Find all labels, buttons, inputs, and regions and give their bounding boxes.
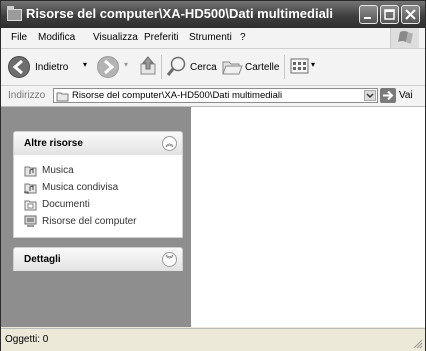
title-bar[interactable]: Risorse del computer\XA-HD500\Dati multi…	[1, 1, 425, 28]
up-folder-button[interactable]	[138, 54, 160, 80]
views-icon	[290, 58, 309, 74]
search-button[interactable]: Cerca	[166, 54, 217, 80]
folders-icon	[222, 61, 243, 75]
menu-visualizza[interactable]: Visualizza	[93, 32, 138, 43]
back-arrow-icon	[8, 56, 30, 78]
go-label[interactable]: Vai	[399, 90, 413, 101]
menu-bar: File Modifica Visualizza Preferiti Strum…	[1, 28, 425, 49]
menu-preferiti[interactable]: Preferiti	[144, 32, 178, 43]
menu-modifica[interactable]: Modifica	[38, 32, 75, 43]
task-pane: Altre risorse ︽ Musica Musica condivisa …	[1, 107, 191, 327]
minimize-icon	[364, 17, 371, 19]
folders-button[interactable]: Cartelle	[221, 54, 281, 80]
folders-label: Cartelle	[245, 62, 280, 73]
chevron-down-icon[interactable]: ▾	[311, 60, 315, 69]
go-button[interactable]	[380, 88, 396, 103]
other-places-header[interactable]: Altre risorse ︽	[14, 132, 182, 155]
address-input[interactable]: Risorse del computer\XA-HD500\Dati multi…	[53, 88, 378, 103]
address-label: Indirizzo	[8, 90, 46, 101]
chevron-down-icon[interactable]: ▾	[124, 60, 128, 69]
collapse-icon[interactable]: ︽	[162, 136, 177, 151]
resize-grip-icon[interactable]	[413, 339, 423, 349]
go-arrow-icon	[383, 90, 394, 101]
window-title: Risorse del computer\XA-HD500\Dati multi…	[26, 6, 334, 21]
status-text: Oggetti: 0	[5, 334, 49, 345]
toolbar-separator	[161, 55, 162, 79]
menu-strumenti[interactable]: Strumenti	[189, 32, 232, 43]
other-places-title: Altre risorse	[24, 138, 83, 149]
status-bar: Oggetti: 0	[1, 328, 425, 351]
menu-help[interactable]: ?	[240, 32, 246, 43]
chevron-down-icon	[366, 93, 374, 99]
expand-icon[interactable]: ︾	[162, 252, 177, 267]
maximize-icon	[384, 9, 395, 20]
minimize-button[interactable]	[359, 5, 378, 24]
back-label: Indietro	[35, 62, 69, 73]
music-folder-icon	[24, 166, 37, 177]
folder-icon	[56, 92, 69, 102]
address-value: Risorse del computer\XA-HD500\Dati multi…	[72, 90, 283, 101]
maximize-button[interactable]	[380, 5, 399, 24]
explorer-window: Risorse del computer\XA-HD500\Dati multi…	[0, 0, 426, 351]
details-title: Dettagli	[24, 254, 61, 265]
details-header[interactable]: Dettagli ︾	[14, 248, 182, 271]
chevron-down-icon[interactable]: ▾	[83, 60, 87, 69]
back-button[interactable]: Indietro ▾	[7, 54, 100, 80]
address-bar: Indirizzo Risorse del computer\XA-HD500\…	[1, 86, 425, 107]
forward-arrow-icon	[97, 56, 119, 78]
toolbar-separator	[284, 55, 285, 79]
views-button[interactable]: ▾	[289, 54, 319, 80]
search-label: Cerca	[190, 62, 217, 73]
toolbar: Indietro ▾ ▾ Cerca Cartelle ▾	[1, 49, 425, 86]
file-list-pane[interactable]	[191, 107, 425, 327]
menu-file[interactable]: File	[11, 32, 27, 43]
documents-folder-icon	[24, 200, 37, 211]
windows-logo-icon	[390, 28, 419, 48]
up-folder-icon	[140, 56, 156, 75]
other-places-panel: Altre risorse ︽ Musica Musica condivisa …	[13, 131, 183, 238]
close-button[interactable]	[401, 5, 420, 24]
address-dropdown-button[interactable]	[364, 90, 376, 101]
my-computer-icon	[24, 215, 37, 227]
details-panel: Dettagli ︾	[13, 247, 183, 271]
forward-button[interactable]: ▾	[96, 54, 136, 80]
close-icon	[405, 9, 416, 20]
shared-music-folder-icon	[24, 183, 37, 194]
folder-icon	[7, 6, 22, 21]
search-icon	[166, 56, 186, 76]
